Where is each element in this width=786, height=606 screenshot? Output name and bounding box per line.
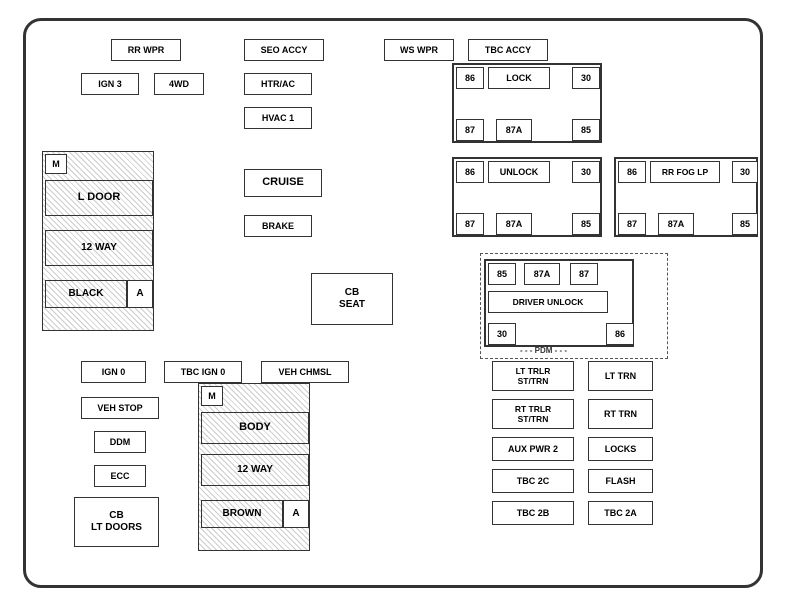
ws-wpr: WS WPR [384, 39, 454, 61]
relay-unlock-87a: 87A [496, 213, 532, 235]
body-m: M [201, 386, 223, 406]
relay-unlock-86: 86 [456, 161, 484, 183]
fuse-diagram: RR WPR SEO ACCY WS WPR TBC ACCY IGN 3 4W… [23, 18, 763, 588]
veh-chmsl: VEH CHMSL [261, 361, 349, 383]
relay-lock-87a: 87A [496, 119, 532, 141]
relay-rr-fog-outer: 86 RR FOG LP 30 87 87A 85 [614, 157, 758, 237]
tbc-ign0: TBC IGN 0 [164, 361, 242, 383]
relay-du-30: 30 [488, 323, 516, 345]
relay-du-label: DRIVER UNLOCK [488, 291, 608, 313]
relay-driver-unlock-outer: 85 87A 87 DRIVER UNLOCK 30 86 [484, 259, 634, 347]
fwd: 4WD [154, 73, 204, 95]
relay-du-87a: 87A [524, 263, 560, 285]
cb-lt-doors: CBLT DOORS [74, 497, 159, 547]
relay-fog-87: 87 [618, 213, 646, 235]
relay-unlock-85: 85 [572, 213, 600, 235]
cb-seat: CBSEAT [311, 273, 393, 325]
ldoor-m: M [45, 154, 67, 174]
relay-fog-30: 30 [732, 161, 758, 183]
body-a: A [283, 500, 309, 528]
relay-du-85: 85 [488, 263, 516, 285]
ign3: IGN 3 [81, 73, 139, 95]
rt-trn: RT TRN [588, 399, 653, 429]
cruise: CRUISE [244, 169, 322, 197]
pdm-label: - - - PDM - - - [520, 346, 567, 355]
ldoor-black: BLACK [45, 280, 127, 308]
relay-lock-outer: 86 LOCK 30 87 87A 85 [452, 63, 602, 143]
relay-lock-87: 87 [456, 119, 484, 141]
relay-du-87: 87 [570, 263, 598, 285]
aux-pwr2: AUX PWR 2 [492, 437, 574, 461]
relay-fog-85: 85 [732, 213, 758, 235]
rt-trlr-st-trn: RT TRLRST/TRN [492, 399, 574, 429]
relay-unlock-outer: 86 UNLOCK 30 87 87A 85 [452, 157, 602, 237]
body-12way: 12 WAY [201, 454, 309, 486]
body-group: M BODY 12 WAY BROWN A [198, 383, 310, 551]
relay-fog-label: RR FOG LP [650, 161, 720, 183]
relay-du-86: 86 [606, 323, 634, 345]
veh-stop: VEH STOP [81, 397, 159, 419]
lt-trn: LT TRN [588, 361, 653, 391]
ldoor-a: A [127, 280, 153, 308]
relay-fog-86: 86 [618, 161, 646, 183]
body-brown: BROWN [201, 500, 283, 528]
ecc: ECC [94, 465, 146, 487]
flash: FLASH [588, 469, 653, 493]
relay-lock-85: 85 [572, 119, 600, 141]
relay-unlock-30: 30 [572, 161, 600, 183]
brake: BRAKE [244, 215, 312, 237]
htr-ac: HTR/AC [244, 73, 312, 95]
ign0: IGN 0 [81, 361, 146, 383]
seo-accy: SEO ACCY [244, 39, 324, 61]
rr-wpr: RR WPR [111, 39, 181, 61]
tbc-2b: TBC 2B [492, 501, 574, 525]
ddm: DDM [94, 431, 146, 453]
tbc-2a: TBC 2A [588, 501, 653, 525]
hvac1: HVAC 1 [244, 107, 312, 129]
tbc-2c: TBC 2C [492, 469, 574, 493]
body-label: BODY [201, 412, 309, 444]
locks: LOCKS [588, 437, 653, 461]
tbc-accy: TBC ACCY [468, 39, 548, 61]
relay-lock-86: 86 [456, 67, 484, 89]
relay-unlock-label: UNLOCK [488, 161, 550, 183]
relay-unlock-87: 87 [456, 213, 484, 235]
relay-lock-30: 30 [572, 67, 600, 89]
relay-lock-label: LOCK [488, 67, 550, 89]
relay-fog-87a: 87A [658, 213, 694, 235]
ldoor-12way: 12 WAY [45, 230, 153, 266]
ldoor-group: M L DOOR 12 WAY BLACK A [42, 151, 154, 331]
lt-trlr-st-trn: LT TRLRST/TRN [492, 361, 574, 391]
ldoor-label: L DOOR [45, 180, 153, 216]
